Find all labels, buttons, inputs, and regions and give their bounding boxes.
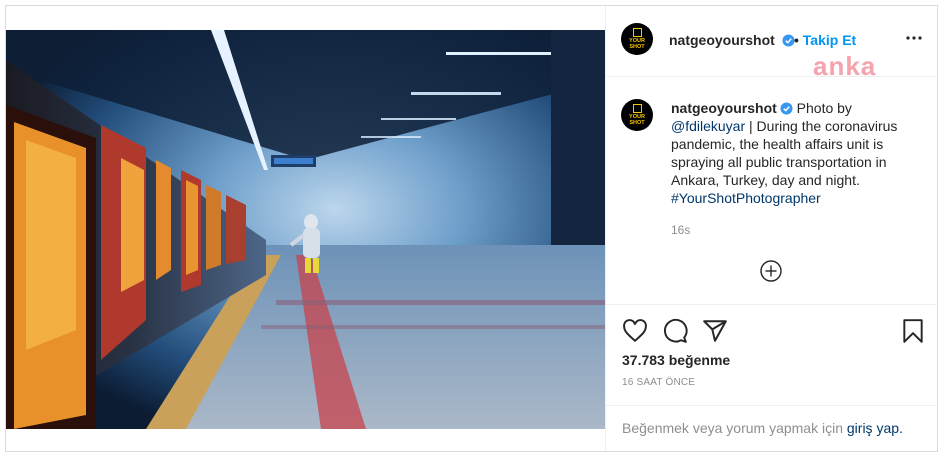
- login-prompt-text: Beğenmek veya yorum yapmak için: [622, 420, 843, 436]
- yourshot-logo-icon: [632, 28, 642, 37]
- instagram-post: YOUR SHOT natgeoyourshot • Takip Et anka: [5, 5, 939, 452]
- separator-dot: •: [794, 32, 799, 48]
- caption-text-1: Photo by: [796, 100, 852, 116]
- header-username-row: natgeoyourshot: [669, 32, 795, 48]
- post-photo[interactable]: [6, 30, 605, 429]
- post-header: YOUR SHOT natgeoyourshot • Takip Et anka: [606, 6, 939, 81]
- more-options-icon[interactable]: [906, 36, 922, 40]
- caption-timestamp[interactable]: 16s: [671, 223, 690, 237]
- follow-button[interactable]: Takip Et: [803, 32, 856, 48]
- verified-badge-icon: [782, 34, 795, 47]
- add-comment-icon[interactable]: [760, 260, 782, 282]
- subway-disinfection-photo: [6, 30, 605, 429]
- caption-username[interactable]: natgeoyourshot: [671, 100, 777, 116]
- login-link[interactable]: giriş yap.: [847, 420, 903, 436]
- watermark: anka: [813, 51, 877, 81]
- heart-icon[interactable]: [622, 318, 648, 344]
- login-prompt: Beğenmek veya yorum yapmak için giriş ya…: [622, 420, 903, 436]
- post-side-panel: YOUR SHOT natgeoyourshot • Takip Et anka: [605, 6, 939, 451]
- post-caption: natgeoyourshot Photo by @fdilekuyar | Du…: [671, 99, 916, 207]
- caption-avatar[interactable]: YOUR SHOT: [621, 99, 653, 131]
- verified-badge-icon: [780, 102, 793, 115]
- caption-avatar-text-line-2: SHOT: [629, 120, 645, 126]
- header-username[interactable]: natgeoyourshot: [669, 32, 775, 48]
- avatar-text-line-2: SHOT: [629, 44, 645, 50]
- follow-row: • Takip Et: [794, 32, 856, 48]
- yourshot-logo-icon: [632, 104, 642, 113]
- posted-time[interactable]: 16 SAAT ÖNCE: [622, 377, 695, 388]
- bookmark-icon[interactable]: [900, 318, 926, 344]
- comment-icon[interactable]: [662, 318, 688, 344]
- avatar[interactable]: YOUR SHOT: [621, 23, 653, 55]
- caption-mention-link[interactable]: @fdilekuyar: [671, 118, 745, 134]
- post-actions: 37.783 beğenme 16 SAAT ÖNCE Beğenmek vey…: [606, 304, 939, 452]
- login-prompt-bar: Beğenmek veya yorum yapmak için giriş ya…: [606, 405, 939, 453]
- share-icon[interactable]: [702, 318, 728, 344]
- caption-hashtag-link[interactable]: #YourShotPhotographer: [671, 190, 821, 206]
- likes-count[interactable]: 37.783 beğenme: [622, 352, 730, 368]
